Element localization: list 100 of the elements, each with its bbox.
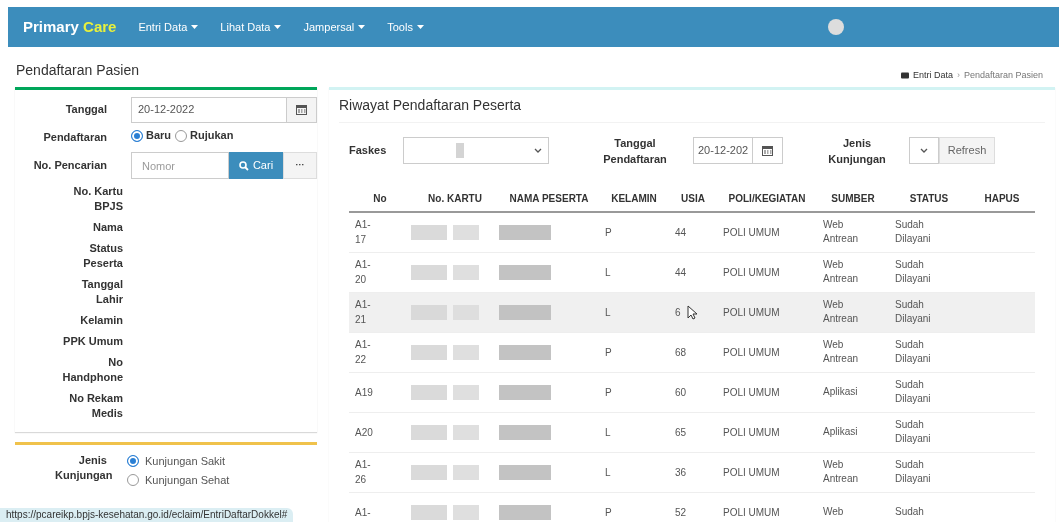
field-label: No. Kartu BPJS	[72, 183, 124, 214]
table-row[interactable]: A1-21 L 6 POLI UMUM Web Antrean Sudah Dilayani	[349, 292, 1035, 333]
column-header: USIA	[680, 192, 706, 206]
nav-menu[interactable]: Entri Data	[138, 18, 199, 36]
radio-button[interactable]	[127, 454, 139, 467]
table-cell-text: POLI UMUM	[722, 305, 781, 320]
table-cell-text: POLI UMUM	[722, 265, 781, 280]
faskes-select[interactable]	[403, 137, 549, 164]
redacted-block	[411, 464, 447, 480]
field-label: Tanggal	[64, 102, 108, 118]
redacted-block	[499, 464, 551, 480]
calendar-icon	[762, 145, 773, 156]
column-header: NAMA PESERTA	[508, 192, 590, 206]
brand-logo[interactable]: Primary Care	[23, 15, 117, 39]
redacted-block	[499, 344, 551, 360]
redacted-block	[499, 504, 551, 520]
redacted-block	[411, 504, 447, 520]
search-icon	[238, 160, 249, 171]
table-cell-text: A1-20	[355, 258, 372, 287]
redacted-block	[453, 424, 479, 440]
refresh-button[interactable]: Refresh	[939, 137, 995, 164]
table-cell-text: Web Antrean	[823, 218, 860, 246]
table-cell-text: POLI UMUM	[722, 505, 781, 520]
table-cell-text: L	[604, 425, 612, 440]
search-field[interactable]: Nomor	[131, 152, 229, 179]
table-cell-text: POLI UMUM	[722, 425, 781, 440]
calendar-icon	[296, 104, 307, 115]
table-cell-text: A1-22	[355, 338, 372, 367]
table-cell-text: P	[604, 385, 613, 400]
nav-menu[interactable]: Jampersal	[303, 18, 366, 36]
search-button[interactable]: Cari	[229, 152, 283, 179]
column-header: HAPUS	[983, 192, 1021, 206]
table-cell-text: P	[604, 225, 613, 240]
table-cell-text: P	[604, 345, 613, 360]
field-label: No Handphone	[61, 354, 124, 385]
field-label: Tanggal Lahir	[80, 276, 124, 307]
column-header: KELAMIN	[610, 192, 658, 206]
radio-label: Rujukan	[190, 128, 234, 144]
table-cell-text: POLI UMUM	[722, 225, 781, 240]
table-cell-text: POLI UMUM	[722, 345, 781, 360]
redacted-block	[499, 304, 551, 320]
cursor-icon	[687, 304, 697, 320]
redacted-block	[411, 264, 447, 280]
table-cell-text: A1-17	[355, 218, 372, 247]
field-label: PPK Umum	[62, 333, 124, 349]
filter-label: Tanggal Pendaftaran	[602, 135, 668, 167]
table-cell-text: L	[604, 465, 612, 480]
table-cell-text: 44	[675, 265, 687, 280]
table-cell: Web	[823, 505, 844, 519]
radio-label: Baru	[146, 128, 172, 144]
radio-button[interactable]	[127, 474, 139, 487]
nav-menu[interactable]: Tools	[387, 18, 424, 36]
radio-button[interactable]	[131, 129, 143, 142]
date-field[interactable]: 20-12-2022	[131, 96, 317, 123]
table-cell-text: 6	[675, 305, 681, 320]
table-cell-text: Sudah Dilayani	[895, 218, 932, 246]
table-cell-text: Web Antrean	[823, 258, 860, 286]
filter-label: Faskes	[349, 143, 388, 159]
table-cell-text: Sudah Dilayani	[895, 338, 932, 366]
field-label: Jenis Kunjungan	[54, 452, 114, 483]
table-cell-text: A1-21	[355, 298, 372, 327]
panel-title: Riwayat Pendaftaran Peserta	[339, 94, 1045, 123]
chevron-icon	[920, 148, 928, 153]
redacted-block	[499, 384, 551, 400]
radio-button[interactable]	[175, 129, 188, 142]
table-cell-text: A19	[355, 385, 373, 400]
redacted-block	[499, 424, 551, 440]
redacted-block	[453, 224, 479, 240]
redacted-block	[453, 264, 479, 280]
table-cell-text: P	[604, 505, 613, 520]
jenis-select[interactable]	[909, 137, 939, 164]
breadcrumb-link[interactable]: Entri Data	[912, 69, 953, 83]
table-cell-text: 60	[675, 385, 687, 400]
field-label: Status Peserta	[82, 240, 124, 271]
table-cell: Aplikasi	[823, 425, 858, 439]
redacted-block	[453, 344, 479, 360]
table-cell-text: 65	[675, 425, 687, 440]
more-button[interactable]: ···	[283, 152, 317, 179]
redacted-block	[411, 384, 447, 400]
breadcrumb-current: Pendaftaran Pasien	[963, 69, 1043, 82]
table-cell: Sudah	[895, 505, 924, 519]
table-cell-text: A20	[355, 425, 373, 440]
caret-icon	[358, 25, 366, 29]
avatar-icon[interactable]	[828, 19, 844, 35]
filter-label: Jenis Kunjungan	[827, 135, 887, 167]
table-cell-text: 44	[675, 225, 687, 240]
column-header: STATUS	[908, 192, 950, 206]
column-header: SUMBER	[830, 192, 876, 206]
table-cell-text: Sudah Dilayani	[895, 418, 932, 446]
field-label: No. Pencarian	[32, 158, 108, 174]
field-label: Kelamin	[79, 312, 124, 328]
field-label: Pendaftaran	[42, 130, 108, 146]
nav-menu[interactable]: Lihat Data	[220, 18, 282, 36]
redacted-block	[411, 344, 447, 360]
table-cell-text: 68	[675, 345, 687, 360]
redacted-block	[411, 224, 447, 240]
redacted-block	[499, 264, 551, 280]
field-label: No Rekam Medis	[68, 390, 124, 421]
table-cell: Aplikasi	[823, 385, 858, 399]
date-field[interactable]: 20-12-202	[693, 137, 783, 164]
